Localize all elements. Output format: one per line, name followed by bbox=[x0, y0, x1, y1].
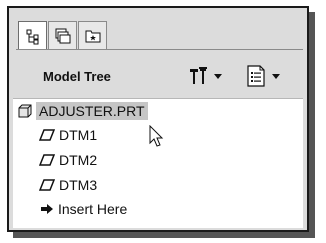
datum-plane-icon bbox=[39, 154, 55, 166]
datum-plane-icon bbox=[39, 129, 55, 141]
tree-root-label: ADJUSTER.PRT bbox=[36, 102, 148, 120]
list-view-icon bbox=[247, 65, 265, 87]
show-dropdown-arrow[interactable] bbox=[272, 74, 280, 79]
arrow-right-icon bbox=[41, 204, 53, 214]
show-dropdown[interactable] bbox=[247, 65, 265, 87]
folder-star-icon bbox=[85, 30, 100, 42]
folder-stack-icon bbox=[55, 28, 70, 43]
settings-dropdown-arrow[interactable] bbox=[214, 74, 222, 79]
part-cube-icon bbox=[18, 104, 32, 118]
panel-title: Model Tree bbox=[43, 69, 111, 84]
tree-item-label: DTM3 bbox=[59, 177, 98, 193]
tree-item-dtm3[interactable]: DTM3 bbox=[39, 176, 97, 194]
tree-root-row[interactable]: ADJUSTER.PRT bbox=[18, 102, 148, 120]
folder-browser-tab[interactable] bbox=[48, 21, 77, 50]
tree-item-dtm2[interactable]: DTM2 bbox=[39, 151, 97, 169]
tree-item-dtm1[interactable]: DTM1 bbox=[39, 126, 97, 144]
tree-item-insert-here[interactable]: Insert Here bbox=[40, 200, 127, 218]
tree-item-label: DTM2 bbox=[59, 152, 98, 168]
tree-item-label: DTM1 bbox=[59, 127, 98, 143]
model-tree-panel: Model Tree ADJUSTER.PRT DTM1 DTM2 DTM3 I… bbox=[7, 6, 309, 232]
model-tree-tab[interactable] bbox=[18, 21, 47, 52]
settings-dropdown[interactable] bbox=[187, 66, 209, 86]
favorites-tab[interactable] bbox=[78, 21, 107, 50]
tools-icon bbox=[190, 67, 207, 84]
datum-plane-icon bbox=[39, 179, 55, 191]
tree-item-label: Insert Here bbox=[58, 201, 128, 217]
tree-hierarchy-icon bbox=[26, 29, 38, 44]
mouse-pointer-icon bbox=[149, 125, 164, 147]
